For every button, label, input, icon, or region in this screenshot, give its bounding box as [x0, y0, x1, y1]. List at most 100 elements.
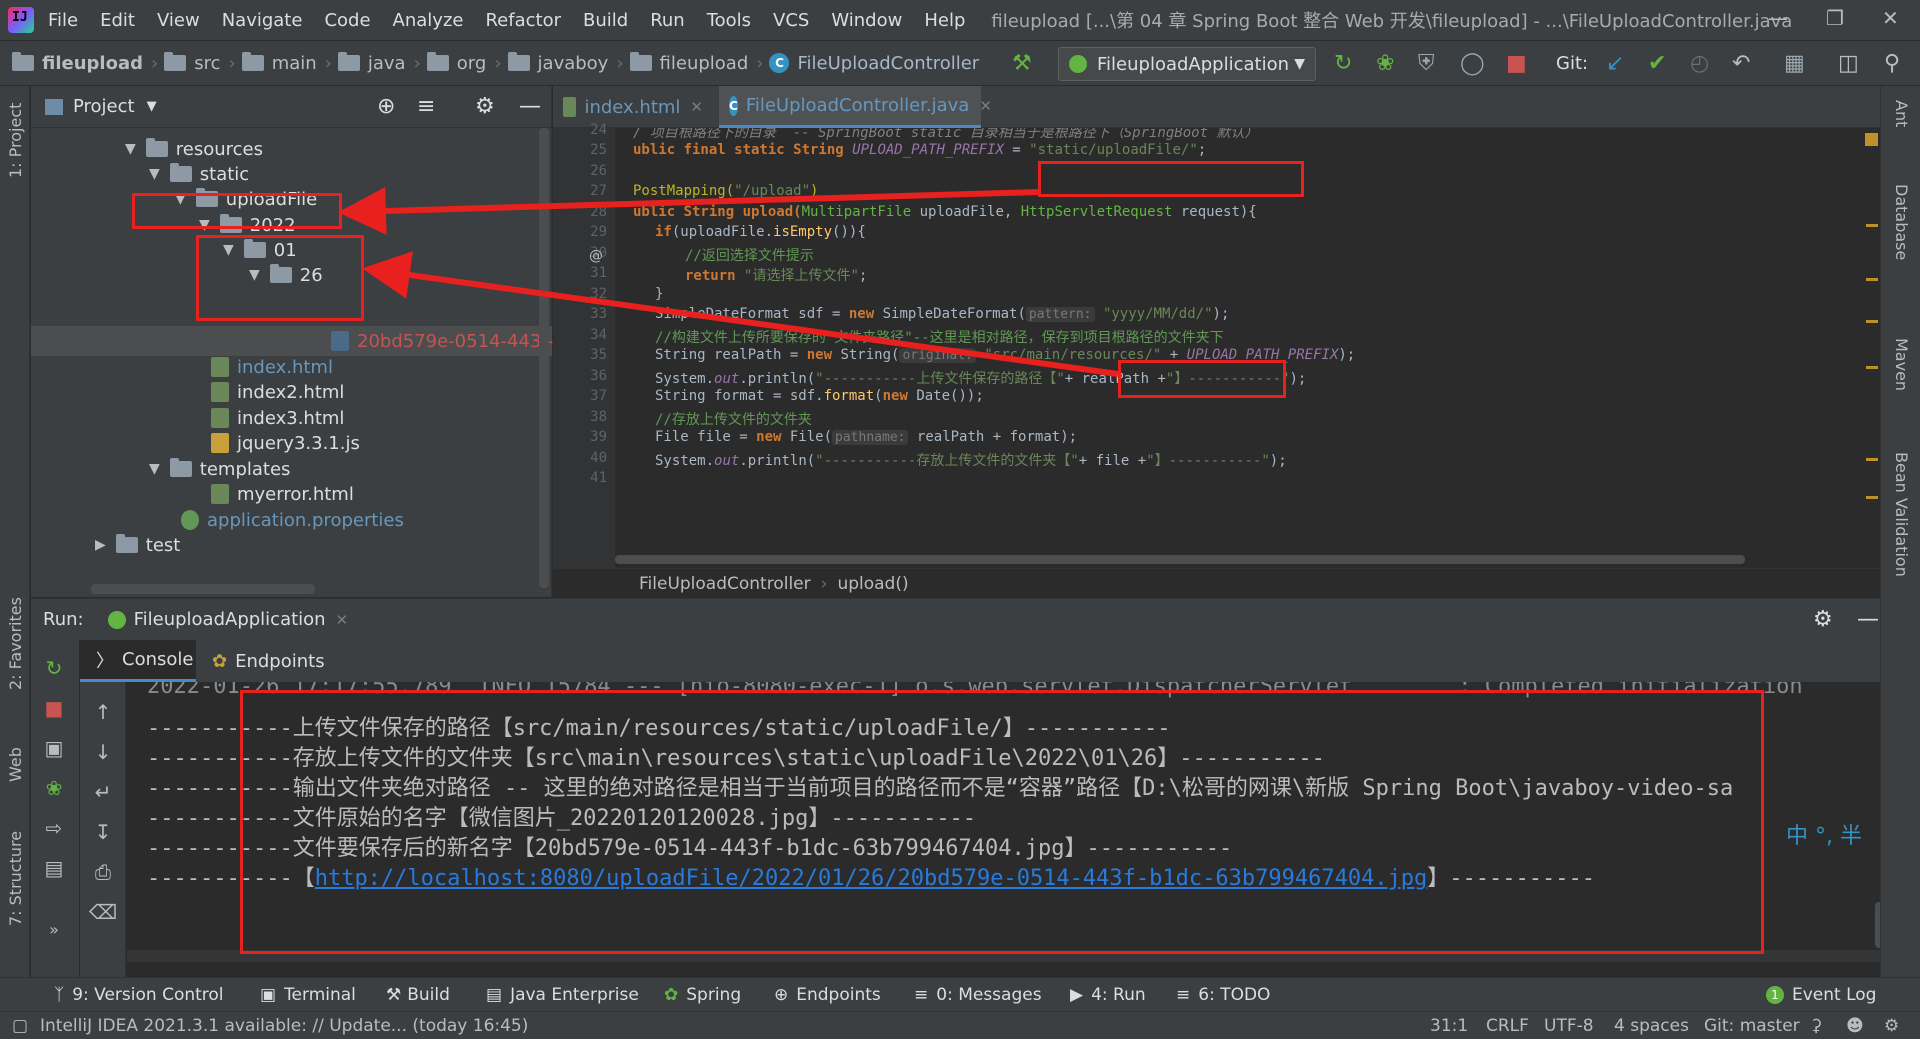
menu-run[interactable]: Run: [650, 10, 685, 31]
tab-endpoints[interactable]: ✿ Endpoints: [196, 640, 341, 682]
database-tool-button[interactable]: Database: [1892, 184, 1911, 260]
crumb-javaboy[interactable]: javaboy: [507, 52, 608, 74]
rerun-icon[interactable]: ↻: [31, 656, 77, 680]
more-icon[interactable]: »: [31, 920, 77, 939]
run-config-tab[interactable]: FileuploadApplication: [134, 609, 326, 630]
line-separator[interactable]: CRLF: [1486, 1016, 1529, 1036]
maven-tool-button[interactable]: Maven: [1892, 338, 1911, 391]
tab-version-control[interactable]: ᛉ 9: Version Control: [54, 978, 224, 1012]
search-icon[interactable]: ⚲: [1884, 51, 1900, 76]
profile-icon[interactable]: ◯: [1460, 51, 1485, 76]
menu-window[interactable]: Window: [831, 10, 902, 31]
menu-tools[interactable]: Tools: [707, 10, 751, 31]
menu-code[interactable]: Code: [324, 10, 370, 31]
warning-mark[interactable]: [1866, 458, 1878, 461]
crumb-method[interactable]: upload(): [837, 574, 908, 594]
layout-icon[interactable]: ▤: [31, 856, 77, 880]
trash-icon[interactable]: ⌫: [80, 900, 126, 924]
gear-icon[interactable]: ⚙: [1813, 607, 1833, 632]
menu-file[interactable]: File: [48, 10, 78, 31]
crumb-src[interactable]: src: [164, 52, 220, 74]
hide-panel-icon[interactable]: —: [1857, 607, 1879, 632]
crumb-project[interactable]: fileupload: [12, 52, 143, 74]
warning-mark[interactable]: [1866, 224, 1878, 227]
tab-fileuploadcontroller[interactable]: C FileUploadController.java ✕: [719, 86, 992, 128]
tab-console[interactable]: 〉 Console: [80, 640, 196, 682]
crumb-java[interactable]: java: [337, 52, 406, 74]
crumb-fileupload[interactable]: fileupload: [629, 52, 748, 74]
inspector-icon[interactable]: ☻: [1846, 1016, 1864, 1036]
build-hammer-icon[interactable]: ⚒: [1012, 51, 1032, 76]
run-config-select[interactable]: FileuploadApplication ▼: [1058, 47, 1316, 81]
tree-scrollbar[interactable]: [539, 128, 549, 588]
presentation-icon[interactable]: ◫: [1838, 51, 1859, 76]
tab-spring[interactable]: ✿ Spring: [664, 978, 741, 1012]
git-commit-icon[interactable]: ✔: [1648, 51, 1666, 76]
console-vertical-scrollbar[interactable]: [1875, 902, 1880, 948]
minimize-icon[interactable]: —: [1768, 6, 1788, 30]
menu-analyze[interactable]: Analyze: [393, 10, 464, 31]
file-encoding[interactable]: UTF-8: [1544, 1016, 1594, 1036]
tab-event-log[interactable]: 1 Event Log: [1766, 978, 1876, 1012]
editor-horizontal-scrollbar[interactable]: [615, 555, 1745, 564]
tab-run[interactable]: ▶ 4: Run: [1070, 978, 1146, 1012]
collapse-all-icon[interactable]: ≡: [417, 94, 435, 119]
lock-icon[interactable]: ⚳: [1810, 1016, 1822, 1036]
git-rollback-icon[interactable]: ↶: [1732, 51, 1750, 76]
menu-vcs[interactable]: VCS: [773, 10, 809, 31]
tab-terminal[interactable]: ▣ Terminal: [260, 978, 356, 1012]
coverage-icon[interactable]: ⛨: [1418, 51, 1435, 76]
rerun-icon[interactable]: ↻: [1334, 51, 1352, 76]
gear-icon[interactable]: ⚙: [475, 94, 495, 119]
tree-item-application-properties[interactable]: application.properties: [181, 505, 404, 535]
soft-wrap-icon[interactable]: ↵: [80, 780, 126, 804]
menu-refactor[interactable]: Refactor: [485, 10, 561, 31]
chevron-down-icon[interactable]: ▼: [147, 99, 157, 114]
stop-icon[interactable]: ■: [1506, 51, 1527, 76]
print-icon[interactable]: ⎙: [80, 860, 126, 884]
status-toggle-icon[interactable]: ▢: [12, 1016, 28, 1036]
crumb-class[interactable]: FileUploadController: [639, 574, 811, 594]
git-history-icon[interactable]: ◴: [1690, 51, 1709, 76]
warning-mark[interactable]: [1866, 278, 1878, 281]
close-icon[interactable]: ✕: [1882, 6, 1899, 30]
stop-icon[interactable]: ■: [31, 696, 77, 720]
locate-icon[interactable]: ⊕: [377, 94, 395, 119]
tab-endpoints-bottom[interactable]: ⊕ Endpoints: [774, 978, 881, 1012]
memory-icon[interactable]: ⚙: [1884, 1016, 1899, 1036]
warning-mark[interactable]: [1866, 320, 1878, 323]
crumb-org[interactable]: org: [426, 52, 486, 74]
warning-mark[interactable]: [1866, 366, 1878, 369]
indent-setting[interactable]: 4 spaces: [1614, 1016, 1689, 1036]
crumb-main[interactable]: main: [241, 52, 317, 74]
git-update-icon[interactable]: ↙: [1606, 51, 1624, 76]
menu-edit[interactable]: Edit: [100, 10, 135, 31]
method-annotation-gutter-icon[interactable]: @: [589, 248, 603, 264]
tab-java-enterprise[interactable]: ▤ Java Enterprise: [486, 978, 639, 1012]
project-structure-icon[interactable]: ▦: [1784, 51, 1805, 76]
project-panel-title[interactable]: Project: [73, 96, 135, 117]
debug-icon[interactable]: ❀: [1376, 51, 1394, 76]
menu-view[interactable]: View: [157, 10, 200, 31]
debug-icon[interactable]: ❀: [31, 776, 77, 800]
favorites-tool-button[interactable]: 2: Favorites: [6, 597, 25, 690]
menu-build[interactable]: Build: [583, 10, 628, 31]
tree-item-test[interactable]: ▶ test: [95, 530, 180, 560]
status-message[interactable]: IntelliJ IDEA 2021.3.1 available: // Upd…: [40, 1016, 528, 1036]
bean-validation-tool-button[interactable]: Bean Validation: [1892, 452, 1911, 577]
scroll-to-end-icon[interactable]: ↧: [80, 820, 126, 844]
tab-index-html[interactable]: index.html ✕: [553, 86, 713, 128]
arrow-down-icon[interactable]: ↓: [80, 740, 126, 764]
hide-panel-icon[interactable]: —: [519, 94, 541, 119]
structure-tool-button[interactable]: 7: Structure: [6, 831, 25, 926]
exit-icon[interactable]: ⇨: [31, 816, 77, 840]
project-tool-button[interactable]: 1: Project: [6, 103, 25, 178]
tree-horizontal-scrollbar[interactable]: [91, 584, 315, 594]
arrow-up-icon[interactable]: ↑: [80, 700, 126, 724]
menu-navigate[interactable]: Navigate: [222, 10, 303, 31]
tab-todo[interactable]: ≡ 6: TODO: [1176, 978, 1270, 1012]
close-icon[interactable]: ✕: [336, 611, 349, 629]
menu-help[interactable]: Help: [924, 10, 965, 31]
tab-build[interactable]: ⚒ Build: [386, 978, 450, 1012]
camera-icon[interactable]: ▣: [31, 736, 77, 760]
